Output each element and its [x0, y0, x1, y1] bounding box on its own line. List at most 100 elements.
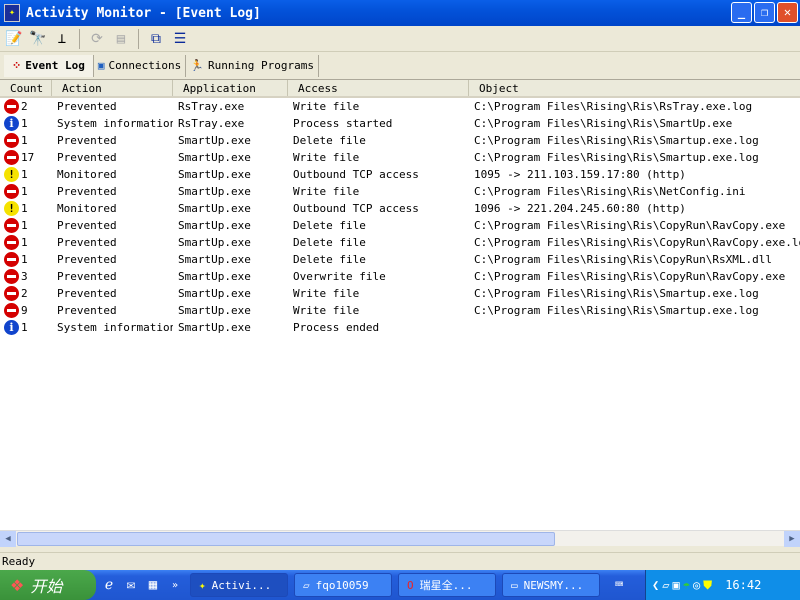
running-programs-icon: 🏃: [190, 59, 205, 72]
media-icon[interactable]: ▦: [144, 577, 162, 593]
umbrella-icon[interactable]: ☂: [683, 578, 690, 592]
table-row[interactable]: i1 System information RsTray.exe Process…: [0, 115, 800, 132]
tab-running-programs[interactable]: 🏃 Running Programs: [186, 54, 319, 77]
application-cell: SmartUp.exe: [178, 270, 251, 283]
count-cell: ! 1: [0, 166, 52, 183]
table-row[interactable]: 1 Prevented SmartUp.exe Write file C:\Pr…: [0, 183, 800, 200]
keyboard-icon[interactable]: ⌨: [610, 577, 628, 593]
table-row[interactable]: 9 Prevented SmartUp.exe Write file C:\Pr…: [0, 302, 800, 319]
refresh-icon[interactable]: ⟳: [87, 29, 107, 49]
minimize-button[interactable]: _: [731, 2, 752, 23]
start-button[interactable]: ❖ 开始: [0, 570, 96, 600]
count-value: 1: [21, 219, 28, 232]
application-cell: SmartUp.exe: [178, 151, 251, 164]
access-cell: Write file: [293, 304, 360, 317]
info-icon: i: [4, 320, 19, 335]
task-label: 瑞星全...: [419, 579, 473, 592]
tab-event-log[interactable]: ⁘ Event Log: [4, 54, 94, 77]
action-cell: Prevented: [57, 236, 117, 249]
count-cell: 2: [0, 285, 52, 302]
task-fqo10059[interactable]: ▱ fqo10059: [294, 573, 392, 597]
scroll-left-button[interactable]: ◀: [0, 531, 16, 547]
table-row[interactable]: ! 1 Monitored SmartUp.exe Outbound TCP ac…: [0, 200, 800, 217]
prevented-icon: [4, 184, 19, 199]
action-cell: System information: [57, 321, 173, 334]
table-row[interactable]: 1 Prevented SmartUp.exe Delete file C:\P…: [0, 234, 800, 251]
object-cell: 1096 -> 221.204.245.60:80 (http): [474, 202, 686, 215]
network-icon[interactable]: ⊥: [52, 29, 72, 49]
cascade-icon[interactable]: ⧉: [146, 29, 166, 49]
task-label: NEWSMY...: [523, 578, 584, 592]
table-row[interactable]: 1 Prevented SmartUp.exe Delete file C:\P…: [0, 132, 800, 149]
restore-button[interactable]: ❐: [754, 2, 775, 23]
properties-icon[interactable]: 📝: [4, 29, 24, 49]
column-application[interactable]: Application: [173, 80, 288, 96]
application-cell: RsTray.exe: [178, 100, 245, 113]
network-tray-icon[interactable]: ▣: [672, 578, 679, 592]
count-cell: 1: [0, 132, 52, 149]
settings-icon[interactable]: ▤: [111, 29, 131, 49]
application-cell: RsTray.exe: [178, 117, 245, 130]
tab-label: Running Programs: [208, 59, 314, 72]
access-cell: Outbound TCP access: [293, 202, 419, 215]
count-value: 1: [21, 185, 28, 198]
table-row[interactable]: 1 Prevented SmartUp.exe Delete file C:\P…: [0, 251, 800, 268]
table-row[interactable]: 2 Prevented SmartUp.exe Write file C:\Pr…: [0, 285, 800, 302]
object-cell: C:\Program Files\Rising\Ris\CopyRun\RsXM…: [474, 253, 773, 266]
prevented-icon: [4, 252, 19, 267]
count-value: 2: [21, 100, 28, 113]
object-cell: C:\Program Files\Rising\Ris\Smartup.exe.…: [474, 304, 759, 317]
task-newsmy[interactable]: ▭ NEWSMY...: [502, 573, 600, 597]
count-cell: 9: [0, 302, 52, 319]
toolbar-separator: [79, 28, 80, 49]
scroll-thumb[interactable]: [17, 532, 555, 546]
scroll-right-button[interactable]: ▶: [784, 531, 800, 547]
count-cell: i1: [0, 115, 52, 132]
close-button[interactable]: ✕: [777, 2, 798, 23]
object-cell: C:\Program Files\Rising\Ris\Smartup.exe.…: [474, 134, 759, 147]
table-row[interactable]: i1 System information SmartUp.exe Proces…: [0, 319, 800, 336]
column-object[interactable]: Object: [469, 80, 800, 96]
event-log-list: Count Action Application Access Object 2…: [0, 79, 800, 531]
shield-icon[interactable]: ⛊: [703, 578, 712, 593]
windows-logo-icon: ❖: [10, 575, 25, 595]
prevented-icon: [4, 269, 19, 284]
tile-icon[interactable]: ☰: [170, 29, 190, 49]
find-icon[interactable]: 🔭: [28, 29, 48, 49]
column-action[interactable]: Action: [52, 80, 173, 96]
toolbar-separator: [138, 28, 139, 49]
access-cell: Write file: [293, 287, 360, 300]
tray-collapse-icon[interactable]: ❮: [652, 578, 659, 592]
monitor-icon: !: [4, 201, 19, 216]
monitor-icon: !: [4, 167, 19, 182]
task-label: Activi...: [211, 578, 272, 592]
tray-document-icon[interactable]: ▱: [662, 578, 669, 592]
update-icon[interactable]: ◎: [693, 578, 700, 592]
outlook-icon[interactable]: ✉: [122, 577, 140, 593]
application-cell: SmartUp.exe: [178, 219, 251, 232]
task-rising[interactable]: O 瑞星全...: [398, 573, 496, 597]
drive-icon: ▭: [511, 578, 518, 592]
object-cell: C:\Program Files\Rising\Ris\SmartUp.exe: [474, 117, 733, 130]
object-cell: 1095 -> 211.103.159.17:80 (http): [474, 168, 686, 181]
horizontal-scrollbar[interactable]: ◀ ▶: [0, 530, 800, 547]
quicklaunch-more-icon[interactable]: »: [166, 580, 184, 591]
app-icon: ✦: [4, 4, 20, 22]
toolbar: 📝 🔭 ⊥ ⟳ ▤ ⧉ ☰: [0, 26, 800, 52]
ie-icon[interactable]: ℯ: [100, 577, 118, 593]
window-title: Activity Monitor - [Event Log]: [26, 5, 261, 21]
table-row[interactable]: 17 Prevented SmartUp.exe Write file C:\P…: [0, 149, 800, 166]
column-count[interactable]: Count: [0, 80, 52, 96]
task-activity-monitor[interactable]: ✦ Activi...: [190, 573, 288, 597]
tab-connections[interactable]: ▣ Connections: [94, 54, 187, 77]
table-row[interactable]: ! 1 Monitored SmartUp.exe Outbound TCP ac…: [0, 166, 800, 183]
clock: 16:42: [725, 578, 762, 592]
access-cell: Process started: [293, 117, 393, 130]
table-row[interactable]: 1 Prevented SmartUp.exe Delete file C:\P…: [0, 217, 800, 234]
column-access[interactable]: Access: [288, 80, 469, 96]
application-cell: SmartUp.exe: [178, 321, 251, 334]
table-row[interactable]: 2 Prevented RsTray.exe Write file C:\Pro…: [0, 98, 800, 115]
tab-label: Connections: [108, 59, 182, 72]
table-row[interactable]: 3 Prevented SmartUp.exe Overwrite file C…: [0, 268, 800, 285]
count-cell: 1: [0, 217, 52, 234]
